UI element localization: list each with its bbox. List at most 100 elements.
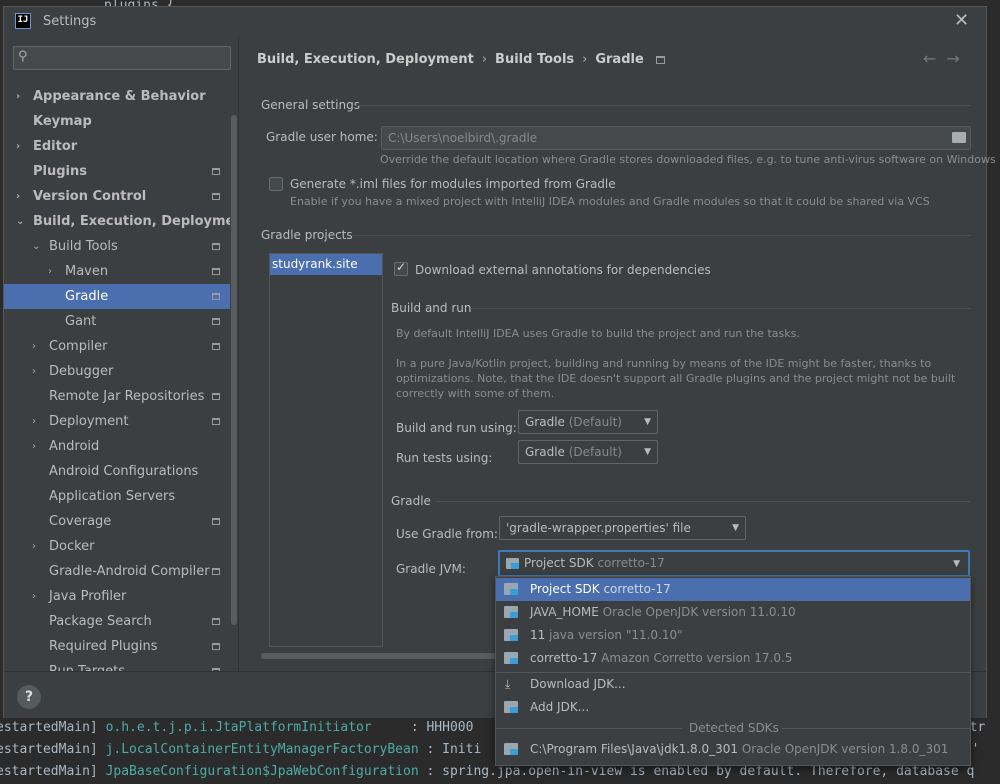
project-scope-icon	[212, 393, 220, 400]
option-name: Download JDK...	[530, 677, 626, 691]
chevron-right-icon[interactable]: ›	[32, 584, 36, 609]
forward-arrow-icon[interactable]: →	[946, 49, 969, 68]
chevron-right-icon[interactable]: ›	[16, 134, 20, 159]
divider	[782, 728, 970, 729]
chevron-right-icon[interactable]: ›	[32, 434, 36, 459]
download-annotations-checkbox[interactable]: ✓	[394, 260, 408, 276]
gradle-jvm-label: Gradle JVM:	[396, 562, 466, 576]
project-scope-icon	[212, 518, 220, 525]
console-line: estartedMain] o.h.e.t.j.p.i.JtaPlatformI…	[0, 720, 985, 735]
chevron-right-icon[interactable]: ›	[32, 409, 36, 434]
option-name: JAVA_HOME	[530, 605, 599, 619]
run-tests-using-label: Run tests using:	[396, 451, 493, 465]
search-input[interactable]: ⚲	[13, 46, 231, 70]
sidebar-item-label: Gradle	[65, 289, 109, 304]
build-run-note: In a pure Java/Kotlin project, building …	[396, 357, 932, 370]
sidebar-item[interactable]: › Deployment	[4, 409, 238, 434]
run-tests-using-select[interactable]: Gradle (Default) ▼	[518, 440, 658, 464]
project-scope-icon	[212, 293, 220, 300]
sidebar-item[interactable]: Package Search	[4, 609, 238, 634]
sidebar-item[interactable]: Keymap	[4, 109, 238, 134]
chevron-down-icon[interactable]: ⌄	[32, 234, 40, 259]
sidebar-item[interactable]: Gradle-Android Compiler	[4, 559, 238, 584]
sidebar-item-label: Editor	[33, 139, 78, 154]
gradle-jvm-suffix: corretto-17	[597, 556, 665, 570]
build-run-note: optimizations. Note, that the IDE doesn'…	[396, 372, 956, 385]
sidebar-item[interactable]: › Version Control	[4, 184, 238, 209]
sidebar-item[interactable]: Gant	[4, 309, 238, 334]
sidebar-item[interactable]: › Docker	[4, 534, 238, 559]
run-tests-using-value: Gradle	[525, 445, 565, 459]
sidebar-item[interactable]: Coverage	[4, 509, 238, 534]
breadcrumb-separator: ›	[582, 52, 588, 67]
chevron-right-icon[interactable]: ›	[48, 259, 52, 284]
use-gradle-from-select[interactable]: 'gradle-wrapper.properties' file ▼	[499, 516, 746, 540]
chevron-right-icon[interactable]: ›	[16, 84, 20, 109]
download-jdk-option[interactable]: ⤓ Download JDK...	[496, 673, 970, 696]
gradle-jvm-value: Project SDK	[524, 556, 594, 570]
jvm-option-java-home[interactable]: JAVA_HOME Oracle OpenJDK version 11.0.10	[496, 601, 970, 624]
sidebar-item[interactable]: ⌄ Build Tools	[4, 234, 238, 259]
sidebar-item[interactable]: ⌄ Build, Execution, Deployment	[4, 209, 238, 234]
sidebar-item[interactable]: Run Targets	[4, 659, 238, 671]
jvm-option-jdk18[interactable]: C:\Program Files\Java\jdk1.8.0_301 Oracl…	[496, 738, 970, 761]
project-scope-icon	[212, 643, 220, 650]
sidebar-item-label: Package Search	[49, 614, 152, 629]
close-icon[interactable]: ✕	[954, 10, 969, 31]
gradle-projects-list[interactable]: studyrank.site	[269, 253, 383, 647]
download-icon: ⤓	[505, 677, 511, 691]
project-scope-icon	[212, 418, 220, 425]
sidebar-item[interactable]: Required Plugins	[4, 634, 238, 659]
breadcrumb-item[interactable]: Build, Execution, Deployment	[257, 52, 474, 67]
help-button[interactable]: ?	[17, 685, 41, 709]
sidebar-item-label: Deployment	[49, 414, 129, 429]
project-scope-icon	[212, 268, 220, 275]
gradle-jvm-select[interactable]: Project SDK corretto-17 ▼	[498, 550, 970, 577]
sidebar-scrollbar-thumb[interactable]	[231, 115, 237, 625]
project-item-studyrank[interactable]: studyrank.site	[270, 254, 382, 275]
jdk-folder-icon	[504, 701, 518, 713]
generate-iml-checkbox[interactable]	[269, 177, 283, 191]
sidebar-item[interactable]: Remote Jar Repositories	[4, 384, 238, 409]
detected-sdks-header: Detected SDKs	[689, 721, 779, 735]
jvm-option-11[interactable]: 11 java version "11.0.10"	[496, 624, 970, 647]
chevron-right-icon[interactable]: ›	[32, 359, 36, 384]
sidebar-item[interactable]: Android Configurations	[4, 459, 238, 484]
chevron-right-icon[interactable]: ›	[16, 184, 20, 209]
sidebar-item[interactable]: › Maven	[4, 259, 238, 284]
build-run-using-select[interactable]: Gradle (Default) ▼	[518, 410, 658, 434]
sidebar-item[interactable]: › Appearance & Behavior	[4, 84, 238, 109]
horizontal-scrollbar[interactable]	[261, 653, 511, 659]
chevron-right-icon[interactable]: ›	[32, 534, 36, 559]
sidebar-item-label: Plugins	[33, 164, 87, 179]
jvm-option-project-sdk[interactable]: Project SDK corretto-17	[496, 578, 970, 601]
sidebar-item[interactable]: › Android	[4, 434, 238, 459]
sidebar-item[interactable]: Gradle	[4, 284, 238, 309]
sidebar-item[interactable]: Plugins	[4, 159, 238, 184]
gradle-user-home-field[interactable]: C:\Users\noelbird\.gradle	[381, 126, 971, 150]
jdk-folder-icon	[504, 606, 518, 618]
sidebar-item[interactable]: › Compiler	[4, 334, 238, 359]
sidebar-item[interactable]: Application Servers	[4, 484, 238, 509]
gradle-user-home-value: C:\Users\noelbird\.gradle	[388, 131, 538, 145]
generate-iml-label: Generate *.iml files for modules importe…	[290, 177, 616, 191]
sidebar-item[interactable]: › Java Profiler	[4, 584, 238, 609]
breadcrumb-item[interactable]: Build Tools	[495, 52, 574, 67]
add-jdk-option[interactable]: Add JDK...	[496, 696, 970, 719]
folder-icon[interactable]	[952, 132, 966, 143]
build-run-description: By default IntelliJ IDEA uses Gradle to …	[396, 327, 800, 340]
jvm-option-corretto-17[interactable]: corretto-17 Amazon Corretto version 17.0…	[496, 647, 970, 670]
back-arrow-icon[interactable]: ←	[923, 49, 946, 68]
chevron-down-icon[interactable]: ⌄	[16, 209, 24, 234]
sidebar-item[interactable]: › Debugger	[4, 359, 238, 384]
project-scope-icon	[212, 168, 220, 175]
sidebar-item[interactable]: › Editor	[4, 134, 238, 159]
chevron-right-icon[interactable]: ›	[32, 334, 36, 359]
sidebar-item-label: Appearance & Behavior	[33, 89, 206, 104]
sidebar-item-label: Required Plugins	[49, 639, 158, 654]
divider	[496, 728, 682, 729]
console-line: estartedMain] j.LocalContainerEntityMana…	[0, 742, 979, 757]
sidebar-item-label: Keymap	[33, 114, 92, 129]
divider	[356, 105, 970, 106]
option-detail: Amazon Corretto version 17.0.5	[601, 651, 793, 665]
